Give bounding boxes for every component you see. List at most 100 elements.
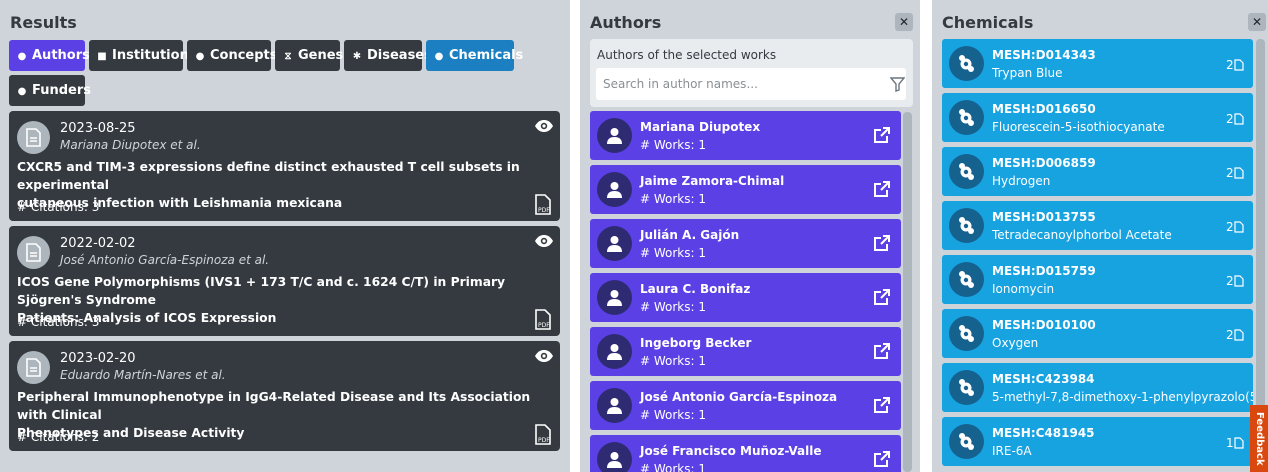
chemicals-title: Chemicals <box>942 13 1034 32</box>
feedback-button[interactable]: Feedback <box>1250 405 1268 472</box>
user-avatar-icon <box>597 388 632 423</box>
user-avatar-icon <box>597 226 632 261</box>
author-search-box: Authors of the selected works <box>590 39 913 107</box>
work-citations: # Citations: 3 <box>17 315 100 329</box>
eye-icon[interactable] <box>534 234 554 248</box>
tab-authors[interactable]: ● Authors <box>9 40 90 71</box>
close-chemicals-button[interactable]: ✕ <box>1248 13 1266 31</box>
pdf-icon[interactable]: PDF <box>534 424 552 445</box>
author-name: Laura C. Bonifaz <box>640 282 751 296</box>
document-icon <box>17 121 50 154</box>
chemical-id: MESH:D016650 <box>992 102 1096 116</box>
author-name: José Francisco Muñoz-Valle <box>640 444 822 458</box>
flask-icon <box>949 100 984 135</box>
author-works: # Works: 1 <box>640 138 706 152</box>
building-icon: ■ <box>97 51 107 62</box>
chemical-name: Ionomycin <box>992 282 1055 296</box>
author-card[interactable]: Mariana Diupotex # Works: 1 <box>590 111 901 160</box>
chemical-name: Tetradecanoylphorbol Acetate <box>992 228 1172 242</box>
flask-icon <box>949 154 984 189</box>
document-icon <box>1234 113 1244 125</box>
external-link-icon[interactable] <box>873 342 891 360</box>
chemical-id: MESH:D013755 <box>992 210 1096 224</box>
author-name: Julián A. Gajón <box>640 228 740 242</box>
chemical-id: MESH:C481945 <box>992 426 1095 440</box>
author-card[interactable]: Julián A. Gajón # Works: 1 <box>590 219 901 268</box>
flask-icon <box>949 208 984 243</box>
work-citations: # Citations: 3 <box>17 200 100 214</box>
document-icon <box>17 236 50 269</box>
external-link-icon[interactable] <box>873 234 891 252</box>
author-card[interactable]: Jaime Zamora-Chimal # Works: 1 <box>590 165 901 214</box>
chemical-name: Oxygen <box>992 336 1039 350</box>
external-link-icon[interactable] <box>873 450 891 468</box>
user-avatar-icon <box>597 172 632 207</box>
chemical-count: 1 <box>1226 436 1244 450</box>
eye-icon[interactable] <box>534 119 554 133</box>
author-card[interactable]: Laura C. Bonifaz # Works: 1 <box>590 273 901 322</box>
chemical-name: 5-methyl-7,8-dimethoxy-1-phenylpyrazolo(… <box>992 390 1253 404</box>
user-avatar-icon <box>597 118 632 153</box>
chemical-card[interactable]: MESH:D013755 Tetradecanoylphorbol Acetate… <box>942 201 1253 250</box>
authors-scrollbar[interactable] <box>903 112 912 472</box>
tab-chemicals[interactable]: ● Chemicals <box>426 40 523 71</box>
tab-diseases[interactable]: ✱ Diseases <box>344 40 432 71</box>
external-link-icon[interactable] <box>873 396 891 414</box>
work-citations: # Citations: 2 <box>17 430 100 444</box>
pdf-icon[interactable]: PDF <box>534 309 552 330</box>
work-author: José Antonio García-Espinoza et al. <box>60 253 270 267</box>
results-title: Results <box>10 13 77 32</box>
chemical-count: 2 <box>1226 220 1244 234</box>
chemical-name: Hydrogen <box>992 174 1051 188</box>
work-card[interactable]: 2023-08-25 Mariana Diupotex et al. CXCR5… <box>9 111 560 221</box>
chemical-name: Trypan Blue <box>992 66 1063 80</box>
work-date: 2023-02-20 <box>60 351 136 366</box>
document-icon <box>1234 59 1244 71</box>
chemical-card[interactable]: MESH:C423984 5-methyl-7,8-dimethoxy-1-phe… <box>942 363 1253 412</box>
chemical-card[interactable]: MESH:D016650 Fluorescein-5-isothiocyanate… <box>942 93 1253 142</box>
author-name: José Antonio García-Espinoza <box>640 390 838 404</box>
chemical-card[interactable]: MESH:D014343 Trypan Blue 2 <box>942 39 1253 88</box>
author-card[interactable]: José Antonio García-Espinoza # Works: 1 <box>590 381 901 430</box>
tab-concepts[interactable]: ● Concepts <box>187 40 278 71</box>
author-search-input[interactable] <box>596 68 906 100</box>
authors-panel: Authors ✕ Authors of the selected works … <box>580 0 920 472</box>
external-link-icon[interactable] <box>873 288 891 306</box>
author-card[interactable]: José Francisco Muñoz-Valle # Works: 1 <box>590 435 901 472</box>
filter-icon[interactable] <box>890 77 905 92</box>
chemical-card[interactable]: MESH:D006859 Hydrogen 2 <box>942 147 1253 196</box>
work-card[interactable]: 2023-02-20 Eduardo Martín-Nares et al. P… <box>9 341 560 451</box>
chemical-count: 2 <box>1226 112 1244 126</box>
author-works: # Works: 1 <box>640 300 706 314</box>
document-icon <box>1234 329 1244 341</box>
chemical-count: 2 <box>1226 328 1244 342</box>
eye-icon[interactable] <box>534 349 554 363</box>
user-avatar-icon <box>597 334 632 369</box>
external-link-icon[interactable] <box>873 126 891 144</box>
close-authors-button[interactable]: ✕ <box>895 13 913 31</box>
money-bag-icon: ● <box>17 86 27 97</box>
chemical-name: Fluorescein-5-isothiocyanate <box>992 120 1165 134</box>
author-card[interactable]: Ingeborg Becker # Works: 1 <box>590 327 901 376</box>
work-date: 2023-08-25 <box>60 121 136 136</box>
tab-genes[interactable]: ⧖ Genes <box>275 40 343 71</box>
author-works: # Works: 1 <box>640 354 706 368</box>
chemical-count: 2 <box>1226 58 1244 72</box>
chemical-card[interactable]: MESH:C481945 IRE-6A 1 <box>942 417 1253 466</box>
tab-institutions[interactable]: ■ Institutions <box>89 40 197 71</box>
chemical-id: MESH:D006859 <box>992 156 1096 170</box>
flask-icon: ● <box>434 51 444 62</box>
document-icon <box>17 351 50 384</box>
flask-icon <box>949 262 984 297</box>
virus-icon: ✱ <box>352 51 362 62</box>
tab-funders[interactable]: ● Funders <box>9 75 91 106</box>
results-panel: Results ● Authors ■ Institutions ● Concepts… <box>0 0 570 472</box>
pdf-icon[interactable]: PDF <box>534 194 552 215</box>
chemical-card[interactable]: MESH:D015759 Ionomycin 2 <box>942 255 1253 304</box>
external-link-icon[interactable] <box>873 180 891 198</box>
chemical-card[interactable]: MESH:D010100 Oxygen 2 <box>942 309 1253 358</box>
work-card[interactable]: 2022-02-02 José Antonio García-Espinoza … <box>9 226 560 336</box>
user-icon: ● <box>17 51 27 62</box>
document-icon <box>1234 437 1244 449</box>
chemical-id: MESH:D014343 <box>992 48 1096 62</box>
